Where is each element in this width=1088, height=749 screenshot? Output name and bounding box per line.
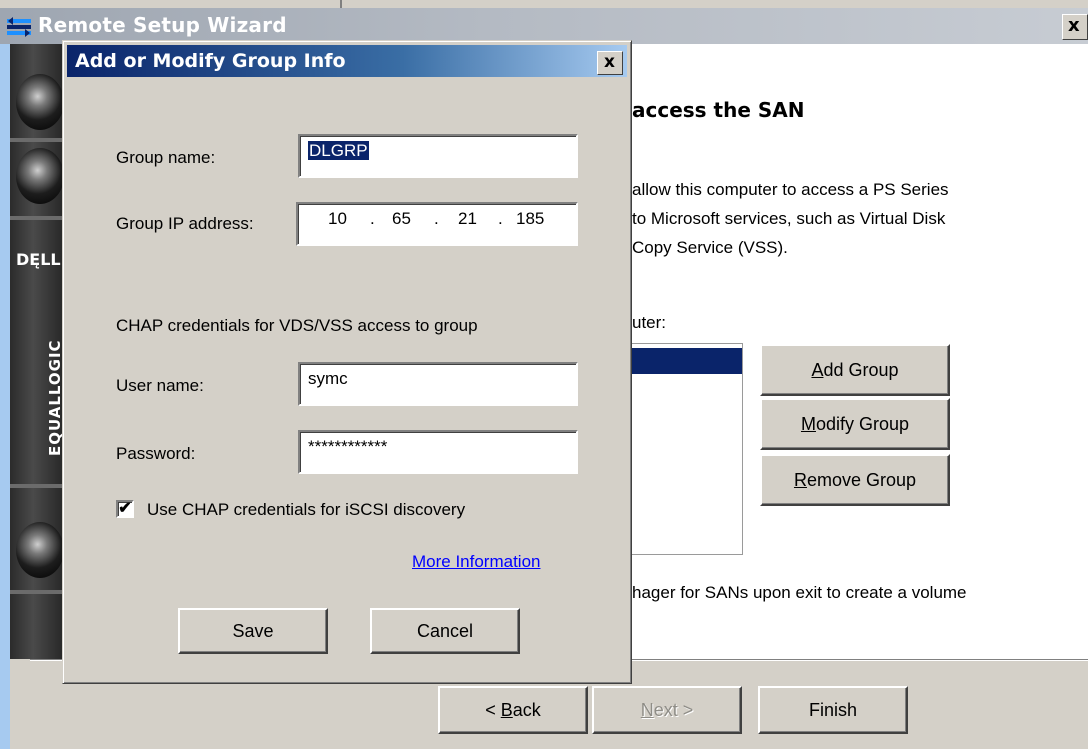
brand-knob-icon bbox=[16, 74, 64, 130]
dell-logo: DĘLL bbox=[16, 250, 61, 269]
wizard-description-line: allow this computer to access a PS Serie… bbox=[632, 180, 949, 199]
use-chap-checkbox-label[interactable]: Use CHAP credentials for iSCSI discovery bbox=[147, 500, 465, 520]
group-ip-input[interactable]: 10 . 65 . 21 . 185 bbox=[296, 202, 578, 246]
group-name-label: Group name: bbox=[116, 148, 216, 167]
save-button[interactable]: Save bbox=[178, 608, 328, 654]
remove-group-button[interactable]: Remove Group bbox=[760, 454, 950, 506]
wizard-heading: access the SAN bbox=[632, 98, 805, 122]
wizard-title-bar[interactable]: Remote Setup Wizard bbox=[0, 8, 1088, 44]
brand-knob-icon bbox=[16, 522, 64, 578]
exit-note: hager for SANs upon exit to create a vol… bbox=[632, 583, 967, 602]
desktop-left-strip bbox=[0, 44, 10, 749]
wizard-app-icon bbox=[7, 17, 31, 37]
ip-octet-2: 65 bbox=[392, 209, 411, 228]
user-name-value: symc bbox=[308, 369, 348, 388]
ip-octet-4: 185 bbox=[516, 209, 545, 228]
next-button[interactable]: Next > bbox=[592, 686, 742, 734]
use-chap-checkbox[interactable]: ✔ bbox=[116, 500, 134, 518]
ip-octet-3: 21 bbox=[458, 209, 477, 228]
ip-separator: . bbox=[434, 209, 439, 228]
wizard-description-line: to Microsoft services, such as Virtual D… bbox=[632, 209, 946, 228]
group-ip-label: Group IP address: bbox=[116, 214, 254, 233]
desktop-top-strip bbox=[0, 0, 1088, 8]
group-name-input[interactable]: DLGRP bbox=[298, 134, 578, 178]
brand-knob-icon bbox=[16, 148, 64, 204]
wizard-title: Remote Setup Wizard bbox=[38, 13, 287, 37]
dialog-close-button[interactable]: x bbox=[597, 51, 623, 75]
brand-panel: DĘLL EQUALLOGIC bbox=[10, 44, 68, 659]
back-button[interactable]: < Back bbox=[438, 686, 588, 734]
ip-octet-1: 10 bbox=[328, 209, 347, 228]
modify-group-button[interactable]: Modify Group bbox=[760, 398, 950, 450]
user-name-input[interactable]: symc bbox=[298, 362, 578, 406]
computer-groups-label: uter: bbox=[632, 313, 667, 332]
wizard-close-button[interactable]: x bbox=[1062, 14, 1088, 40]
user-name-label: User name: bbox=[116, 376, 204, 395]
wizard-description-line: Copy Service (VSS). bbox=[632, 238, 788, 257]
checkmark-icon: ✔ bbox=[118, 500, 132, 517]
password-input[interactable]: ************ bbox=[298, 430, 578, 474]
cancel-button[interactable]: Cancel bbox=[370, 608, 520, 654]
chap-section-label: CHAP credentials for VDS/VSS access to g… bbox=[116, 316, 478, 335]
finish-button[interactable]: Finish bbox=[758, 686, 908, 734]
password-value: ************ bbox=[308, 437, 388, 456]
more-information-link[interactable]: More Information bbox=[412, 552, 541, 572]
dialog-title: Add or Modify Group Info bbox=[75, 50, 346, 72]
dialog-title-bar[interactable]: Add or Modify Group Info x bbox=[67, 45, 627, 77]
add-group-button[interactable]: Add Group bbox=[760, 344, 950, 396]
group-name-value: DLGRP bbox=[308, 141, 369, 160]
ip-separator: . bbox=[370, 209, 375, 228]
password-label: Password: bbox=[116, 444, 196, 463]
ip-separator: . bbox=[498, 209, 503, 228]
